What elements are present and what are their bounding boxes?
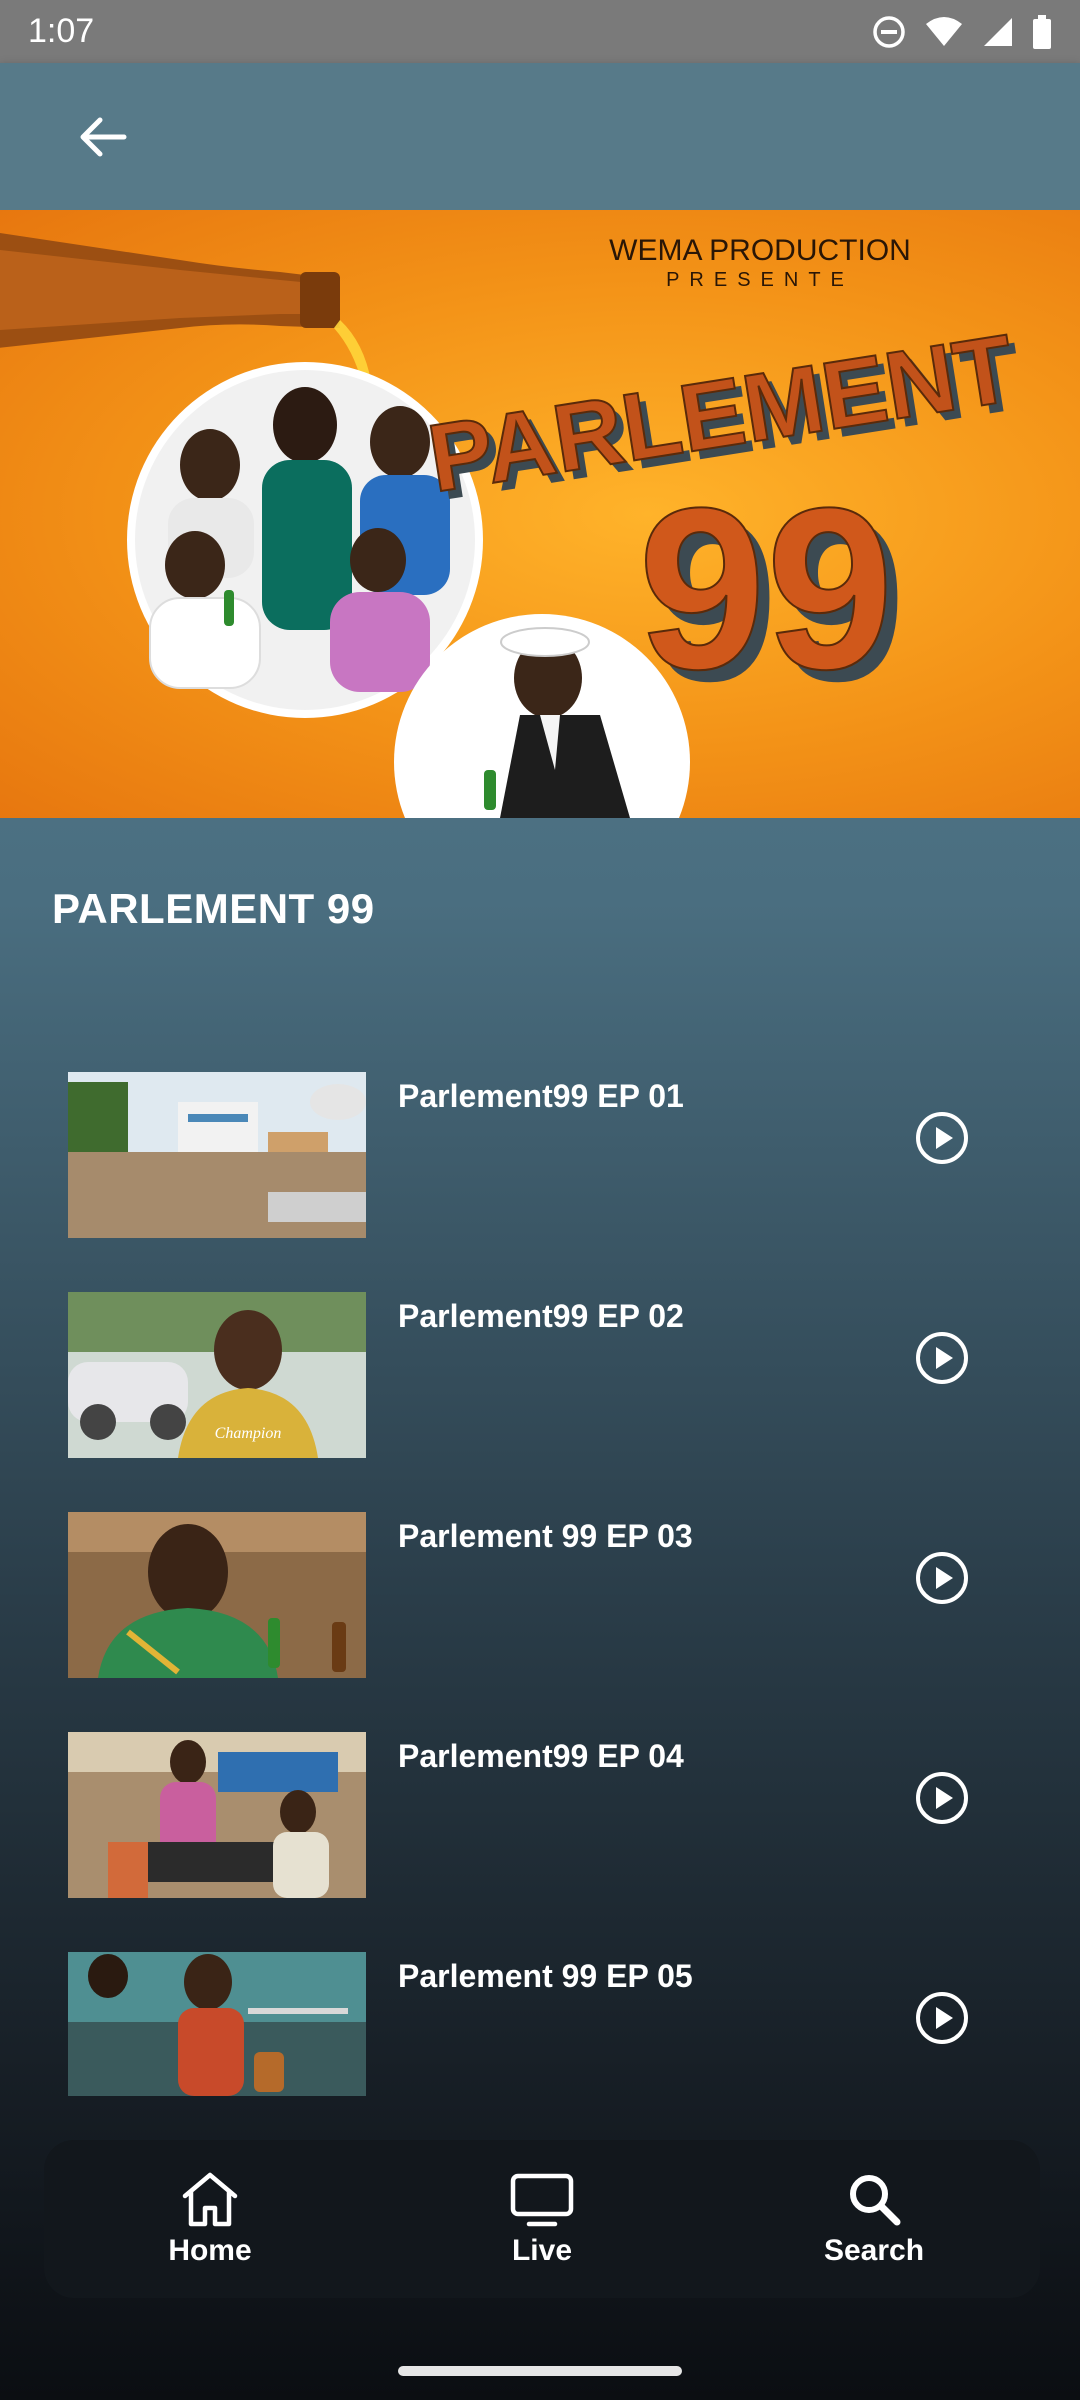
bottom-navigation: Home Live Search [44,2140,1040,2298]
episode-list: Parlement99 EP 01 Champion Parlement99 E… [0,1070,1080,2170]
nav-live-label: Live [511,2234,573,2267]
nav-search[interactable]: Search [774,2170,974,2268]
arrow-left-icon [80,117,127,156]
producer-subtitle: PRESENTE [666,269,854,291]
play-circle-icon [916,1112,968,1164]
app-bar [0,63,1080,210]
status-bar: 1:07 [0,0,1080,63]
play-circle-icon [916,1552,968,1604]
status-time: 1:07 [28,12,95,50]
back-button[interactable] [52,87,152,187]
signal-icon [984,17,1012,46]
home-indicator[interactable] [398,2366,682,2376]
status-icons [872,14,1052,49]
poster-art: WEMA PRODUCTION PRESENTE PARLEMENT PARLE… [0,233,1029,818]
battery-icon [1033,14,1051,49]
play-button[interactable] [912,1108,972,1168]
play-button[interactable] [912,1768,972,1828]
episode-title: Parlement99 EP 01 [398,1078,684,1114]
episode-thumbnail [68,1952,366,2096]
wifi-icon [926,16,962,46]
home-icon [182,2172,238,2227]
episode-title: Parlement 99 EP 03 [398,1518,693,1554]
nav-live[interactable]: Live [442,2170,642,2268]
episode-row[interactable]: Parlement 99 EP 05 [0,1950,1080,2170]
play-button[interactable] [912,1328,972,1388]
nav-search-label: Search [823,2234,925,2267]
tv-icon [510,2173,574,2227]
play-circle-icon [916,1332,968,1384]
poster-title-number: 99 [638,460,894,717]
producer-name: WEMA PRODUCTION [609,234,911,267]
episode-row[interactable]: Parlement99 EP 01 [0,1070,1080,1290]
episode-row[interactable]: Parlement 99 EP 03 [0,1510,1080,1730]
play-button[interactable] [912,1988,972,2048]
episode-title: Parlement99 EP 04 [398,1738,684,1774]
episode-row[interactable]: Parlement99 EP 04 [0,1730,1080,1950]
episode-row[interactable]: Champion Parlement99 EP 02 [0,1290,1080,1510]
play-circle-icon [916,1992,968,2044]
episode-thumbnail [68,1512,366,1678]
search-icon [850,2175,901,2226]
episode-thumbnail [68,1072,366,1238]
episode-title: Parlement 99 EP 05 [398,1958,693,1994]
nav-home[interactable]: Home [110,2170,310,2268]
episode-thumbnail [68,1732,366,1898]
show-title: PARLEMENT 99 [52,885,375,932]
thumbnail-shirt-text: Champion [215,1425,282,1442]
episode-thumbnail: Champion [68,1292,366,1458]
show-poster: WEMA PRODUCTION PRESENTE PARLEMENT PARLE… [0,210,1080,818]
play-button[interactable] [912,1548,972,1608]
episode-title: Parlement99 EP 02 [398,1298,684,1334]
play-circle-icon [916,1772,968,1824]
nav-home-label: Home [168,2234,252,2267]
do-not-disturb-icon [873,15,905,48]
